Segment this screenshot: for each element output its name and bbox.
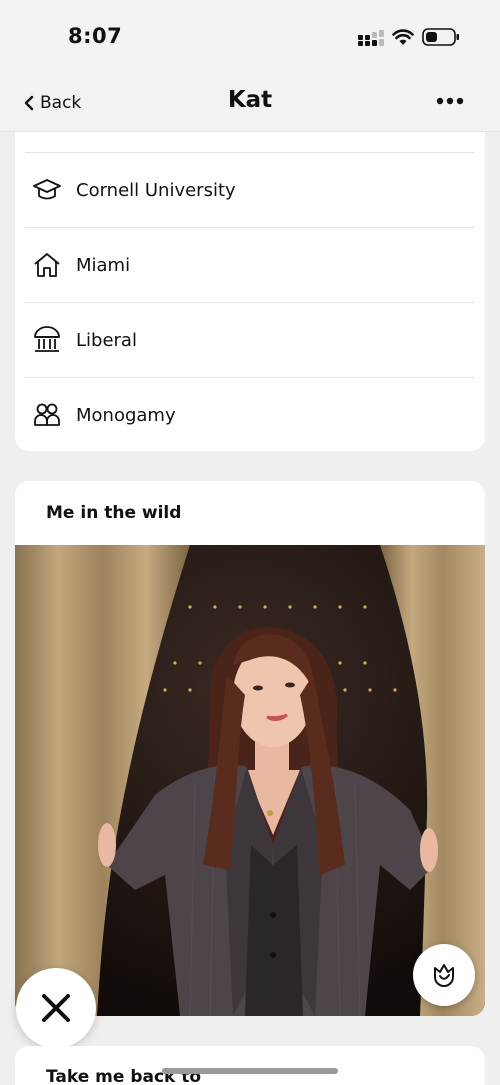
detail-label: Monogamy xyxy=(76,404,176,426)
battery-icon xyxy=(422,28,459,46)
profile-photo[interactable] xyxy=(15,545,485,1016)
profile-details-card: Cornell University Miami Liberal Monogam… xyxy=(15,132,485,451)
navigation-bar: Back Kat xyxy=(0,75,500,132)
detail-label: Miami xyxy=(76,254,131,276)
more-options-icon[interactable] xyxy=(436,97,464,105)
rose-icon xyxy=(434,964,454,987)
people-icon xyxy=(34,403,60,426)
next-prompt-card: Take me back to xyxy=(15,1046,485,1085)
page-title: Kat xyxy=(227,87,273,113)
graduation-cap-icon xyxy=(33,179,61,200)
detail-row-hometown: Miami xyxy=(15,228,485,302)
close-icon xyxy=(42,994,70,1022)
detail-row-politics: Liberal xyxy=(15,303,485,377)
wifi-icon xyxy=(392,29,414,45)
home-indicator[interactable] xyxy=(162,1068,338,1074)
status-time: 8:07 xyxy=(68,24,123,48)
status-bar: 8:07 xyxy=(0,0,500,75)
home-icon xyxy=(34,253,60,277)
skip-button[interactable] xyxy=(16,968,96,1048)
send-rose-button[interactable] xyxy=(413,944,475,1006)
detail-label: Cornell University xyxy=(76,179,236,201)
detail-label: Liberal xyxy=(76,329,137,351)
politics-building-icon xyxy=(34,326,60,352)
detail-row-education: Cornell University xyxy=(15,153,485,227)
photo-prompt-card: Me in the wild xyxy=(15,481,485,1016)
prompt-title: Me in the wild xyxy=(46,503,182,523)
detail-row-relationship-type: Monogamy xyxy=(15,378,485,452)
cellular-signal-icon xyxy=(358,30,384,46)
